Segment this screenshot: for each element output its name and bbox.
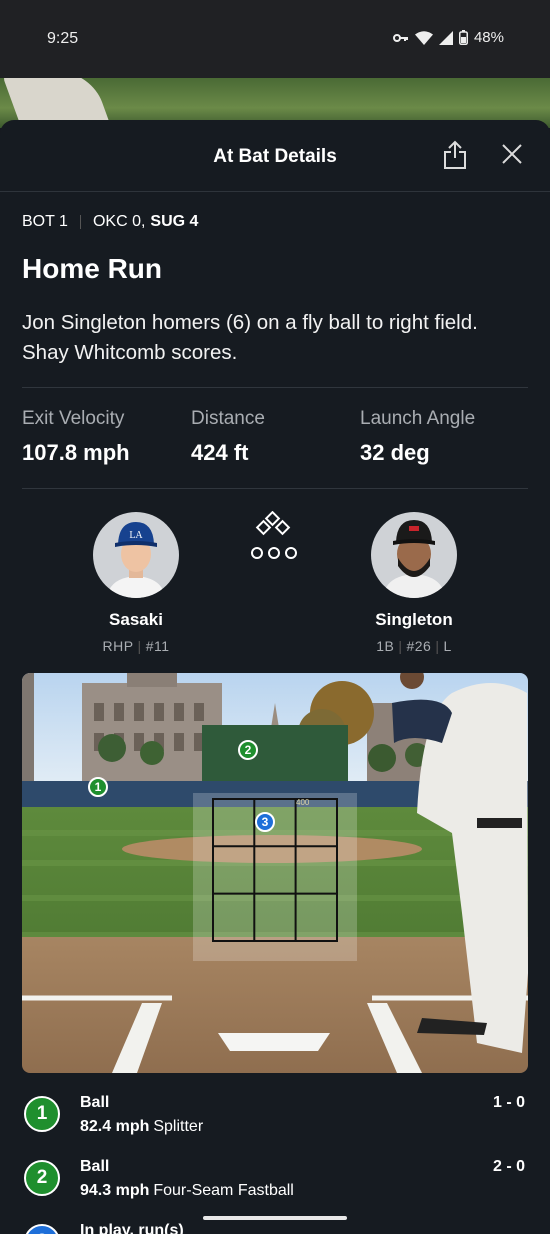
pitch-number-badge: 2 (24, 1160, 60, 1196)
pitcher-headshot: LA (93, 512, 179, 598)
play-title: Home Run (22, 253, 162, 284)
stat-distance: Distance 424 ft (191, 408, 265, 466)
pitch-result: Ball (80, 1094, 110, 1111)
ballpark-scene (22, 673, 528, 1073)
svg-text:LA: LA (129, 530, 143, 541)
pitch-type: Splitter (153, 1118, 204, 1135)
divider (22, 387, 528, 388)
batter-card[interactable]: Singleton 1B | #26 | L (349, 512, 479, 654)
signal-icon (438, 30, 453, 45)
pitch-marker-3[interactable]: 3 (255, 812, 275, 832)
pitcher-throws: RHP (102, 638, 134, 654)
stat-value: 424 ft (191, 440, 249, 465)
batter-position: 1B (376, 638, 395, 654)
stat-label: Exit Velocity (22, 408, 125, 429)
pitch-count: 1 - 0 (492, 1094, 525, 1111)
stat-label: Launch Angle (360, 408, 476, 429)
battery-percent: 48% (473, 29, 504, 46)
at-bat-details-sheet: At Bat Details BOT 1 OKC 0, SUG 4 Home R… (0, 120, 550, 1234)
batter-avatar (371, 512, 457, 598)
zone-distance-label: 400 (296, 798, 310, 807)
pitcher-card[interactable]: LA Sasaki RHP | #11 (71, 512, 201, 654)
status-icons: 48% (392, 29, 504, 46)
divider (22, 488, 528, 489)
pitch-marker-1[interactable]: 1 (88, 777, 108, 797)
pitch-row-2[interactable]: 2 Ball 94.3 mph Four-Seam Fastball 2 - 0 (22, 1154, 528, 1210)
pitch-number-badge: 3 (24, 1224, 60, 1234)
play-description: Jon Singleton homers (6) on a fly ball t… (22, 311, 478, 364)
inning-score-line: BOT 1 OKC 0, SUG 4 (22, 213, 198, 231)
separator (79, 215, 81, 229)
home-score: SUG 4 (150, 213, 199, 230)
inning-label: BOT 1 (22, 213, 68, 230)
batter-headshot (371, 512, 457, 598)
pitch-speed: 94.3 mph (80, 1182, 150, 1199)
battery-icon (458, 30, 468, 45)
stat-label: Distance (191, 408, 265, 429)
batter-number: #26 (406, 638, 432, 654)
pitcher-number: #11 (145, 638, 170, 654)
pitch-detail: 82.4 mph Splitter (80, 1118, 203, 1136)
status-time: 9:25 (47, 30, 79, 47)
bases-outs-icon (251, 511, 297, 559)
stat-value: 107.8 mph (22, 440, 130, 465)
batter-meta: 1B | #26 | L (376, 638, 452, 654)
share-icon[interactable] (443, 140, 467, 170)
stat-exit-velocity: Exit Velocity 107.8 mph (22, 408, 130, 466)
pitch-result: Ball (80, 1158, 110, 1175)
pitcher-avatar: LA (93, 512, 179, 598)
sheet-title: At Bat Details (213, 146, 337, 167)
wifi-icon (414, 30, 433, 45)
pitch-row-3[interactable]: 3 In play, run(s) (22, 1218, 528, 1234)
pitch-marker-2[interactable]: 2 (238, 740, 258, 760)
pitch-count: 2 - 0 (492, 1158, 525, 1175)
sheet-header: At Bat Details (0, 120, 550, 192)
pitch-row-1[interactable]: 1 Ball 82.4 mph Splitter 1 - 0 (22, 1090, 528, 1146)
pitcher-name: Sasaki (109, 610, 163, 629)
pitch-number-badge: 1 (24, 1096, 60, 1132)
batter-name: Singleton (375, 610, 453, 629)
pitch-type: Four-Seam Fastball (153, 1182, 294, 1199)
pitch-speed: 82.4 mph (80, 1118, 150, 1135)
pitch-detail: 94.3 mph Four-Seam Fastball (80, 1182, 294, 1200)
stat-launch-angle: Launch Angle 32 deg (360, 408, 475, 466)
home-indicator[interactable] (203, 1216, 347, 1220)
pitch-result: In play, run(s) (80, 1222, 184, 1234)
batter-bats: L (443, 638, 452, 654)
stat-value: 32 deg (360, 440, 430, 465)
close-icon[interactable] (500, 142, 524, 166)
away-score: OKC 0, (92, 213, 146, 230)
pitch-location-view: 1 2 3 400 (22, 673, 528, 1073)
pitcher-meta: RHP | #11 (102, 638, 170, 654)
status-bar: 9:25 48% (0, 0, 550, 78)
key-icon (392, 33, 408, 42)
